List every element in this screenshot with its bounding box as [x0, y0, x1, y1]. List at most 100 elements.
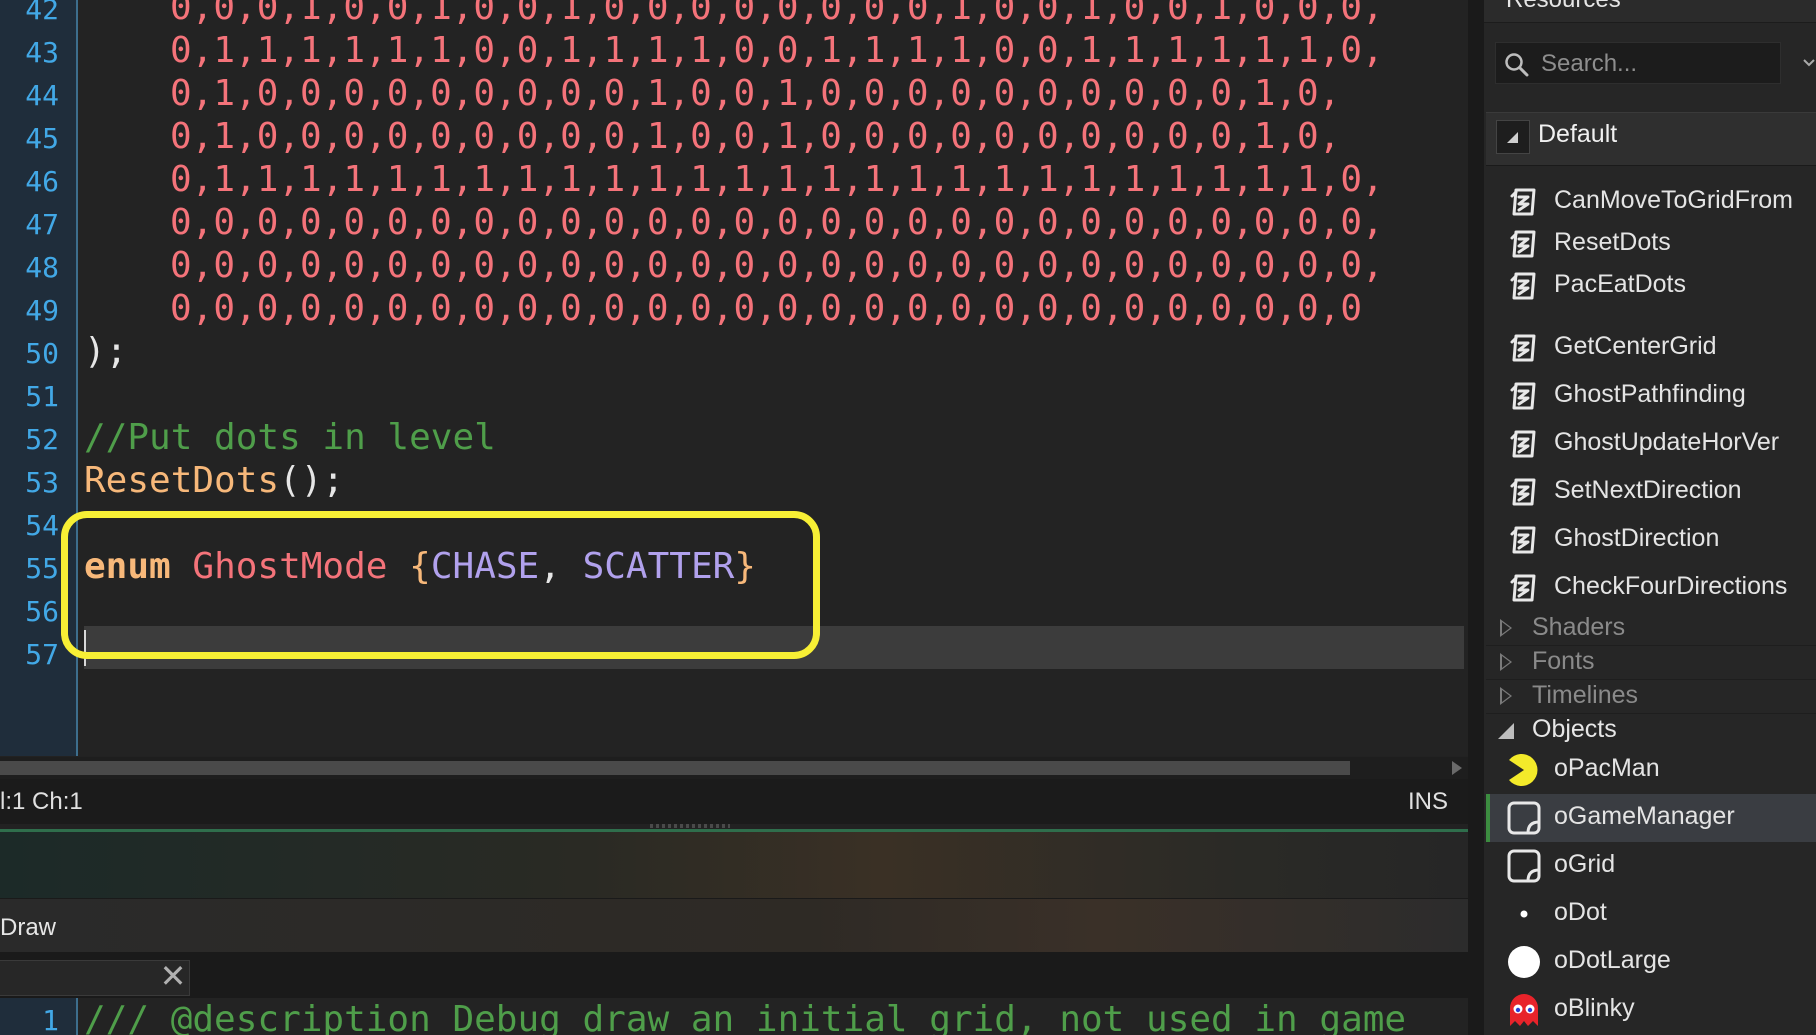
chevron-right-icon	[1500, 687, 1512, 705]
close-icon[interactable]: ✕	[158, 958, 188, 994]
cursor-position: l:1 Ch:1	[0, 788, 83, 815]
code-comment: //Put dots in level	[84, 417, 496, 458]
folder-label: Shaders	[1532, 613, 1626, 641]
code-line: 0,1,1,1,1,1,1,0,0,1,1,1,1,0,0,1,1,1,1,0,…	[170, 30, 1384, 71]
folder-shaders[interactable]: Shaders	[1486, 611, 1816, 646]
folder-fonts[interactable]: Fonts	[1486, 645, 1816, 680]
script-label: GhostPathfinding	[1554, 380, 1746, 408]
list-item[interactable]: PacEatDots	[1486, 262, 1816, 310]
script-icon	[1510, 272, 1536, 300]
group-icon	[1496, 120, 1530, 154]
code-comment: /// @description Debug draw an initial g…	[84, 999, 1407, 1035]
code-line: 0,0,0,0,0,0,0,0,0,0,0,0,0,0,0,0,0,0,0,0,…	[170, 202, 1384, 243]
list-item[interactable]: oDot	[1486, 890, 1816, 938]
scroll-right-arrow-icon[interactable]	[1452, 761, 1462, 775]
resource-search-input[interactable]	[1495, 42, 1781, 84]
line-number: 45	[25, 122, 59, 155]
script-icon	[1510, 188, 1536, 216]
script-icon	[1510, 478, 1536, 506]
scrollbar-thumb[interactable]	[0, 761, 1350, 775]
folder-label: Fonts	[1532, 647, 1595, 675]
code-line: 0,0,0,1,0,0,1,0,0,1,0,0,0,0,0,0,0,0,1,0,…	[170, 0, 1384, 28]
list-item[interactable]: SetNextDirection	[1486, 468, 1816, 516]
editor-tab-row	[0, 952, 1468, 998]
object-label: oDot	[1554, 898, 1607, 926]
code-line: ResetDots();	[84, 459, 344, 502]
folder-label: Objects	[1532, 715, 1617, 743]
resources-title: Resources	[1506, 0, 1621, 14]
line-number: 1	[42, 1004, 59, 1035]
line-number: 46	[25, 165, 59, 198]
line-number: 44	[25, 79, 59, 112]
folder-objects[interactable]: Objects	[1486, 713, 1816, 747]
resources-panel: Resources Search... Default CanMoveToGri…	[1484, 0, 1816, 1035]
folder-timelines[interactable]: Timelines	[1486, 679, 1816, 714]
object-icon	[1507, 801, 1541, 835]
line-number: 48	[25, 251, 59, 284]
list-item[interactable]: GetCenterGrid	[1486, 324, 1816, 372]
line-number: 50	[25, 337, 59, 370]
code-line: 0,1,1,1,1,1,1,1,1,1,1,1,1,1,1,1,1,1,1,1,…	[170, 159, 1384, 200]
line-number: 56	[25, 595, 59, 628]
script-label: GhostDirection	[1554, 524, 1720, 552]
chevron-down-icon	[1498, 723, 1514, 739]
script-label: SetNextDirection	[1554, 476, 1742, 504]
call-parens: ();	[279, 460, 345, 501]
list-item[interactable]: oDotLarge	[1486, 938, 1816, 986]
panel-divider[interactable]	[1468, 0, 1484, 1035]
line-number-gutter: 1	[0, 998, 78, 1035]
list-item[interactable]: oGrid	[1486, 842, 1816, 890]
line-number: 53	[25, 466, 59, 499]
panel-resize-handle[interactable]	[650, 824, 730, 828]
search-placeholder: Search...	[1541, 50, 1638, 77]
list-item[interactable]: oGameManager	[1486, 794, 1816, 842]
script-label: ResetDots	[1554, 228, 1671, 256]
list-item[interactable]: oPacMan	[1486, 746, 1816, 794]
line-number: 51	[25, 380, 59, 413]
event-bar[interactable]	[0, 898, 1468, 953]
insert-mode-indicator: INS	[1407, 788, 1448, 815]
code-line: 0,1,0,0,0,0,0,0,0,0,0,1,0,0,1,0,0,0,0,0,…	[170, 116, 1341, 157]
line-number: 43	[25, 36, 59, 69]
script-icon	[1510, 382, 1536, 410]
chevron-right-icon	[1500, 653, 1512, 671]
code-line: );	[84, 331, 128, 372]
draw-event-editor[interactable]: 1 /// @description Debug draw an initial…	[0, 998, 1468, 1035]
folder-label: Timelines	[1532, 681, 1639, 709]
list-item[interactable]: CanMoveToGridFrom	[1486, 178, 1816, 226]
line-number: 55	[25, 552, 59, 585]
script-icon	[1510, 526, 1536, 554]
horizontal-scrollbar[interactable]	[0, 757, 1468, 779]
large-dot-icon	[1508, 946, 1540, 978]
object-label: oBlinky	[1554, 994, 1635, 1022]
list-item[interactable]: GhostDirection	[1486, 516, 1816, 564]
script-icon	[1510, 574, 1536, 602]
script-icon	[1510, 430, 1536, 458]
code-line: 0,1,0,0,0,0,0,0,0,0,0,1,0,0,1,0,0,0,0,0,…	[170, 73, 1341, 114]
object-label: oGameManager	[1554, 802, 1735, 830]
script-icon	[1510, 334, 1536, 362]
code-line: 0,0,0,0,0,0,0,0,0,0,0,0,0,0,0,0,0,0,0,0,…	[170, 288, 1363, 329]
chevron-down-icon[interactable]	[1802, 56, 1816, 70]
script-label: CanMoveToGridFrom	[1554, 186, 1793, 214]
yellow-highlight-annotation	[61, 511, 820, 659]
object-icon	[1507, 849, 1541, 883]
script-label: GetCenterGrid	[1554, 332, 1717, 360]
object-label: oDotLarge	[1554, 946, 1671, 974]
ghost-icon	[1510, 994, 1538, 1026]
list-item[interactable]: CheckFourDirections	[1486, 564, 1816, 612]
resource-group-header[interactable]	[1486, 112, 1816, 166]
script-icon	[1510, 230, 1536, 258]
code-line: 0,0,0,0,0,0,0,0,0,0,0,0,0,0,0,0,0,0,0,0,…	[170, 245, 1384, 286]
line-number: 47	[25, 208, 59, 241]
list-item[interactable]: ResetDots	[1486, 220, 1816, 268]
script-label: GhostUpdateHorVer	[1554, 428, 1780, 456]
script-label: CheckFourDirections	[1554, 572, 1788, 600]
list-item[interactable]: GhostUpdateHorVer	[1486, 420, 1816, 468]
group-label: Default	[1538, 120, 1618, 148]
list-item[interactable]: oBlinky	[1486, 986, 1816, 1034]
list-item[interactable]: GhostPathfinding	[1486, 372, 1816, 420]
event-panel-background	[0, 832, 1468, 898]
draw-event-label[interactable]: Draw	[0, 914, 56, 942]
code-editor[interactable]: 42 43 44 45 46 47 48 49 50 51 52 53 54 5…	[0, 0, 1468, 756]
